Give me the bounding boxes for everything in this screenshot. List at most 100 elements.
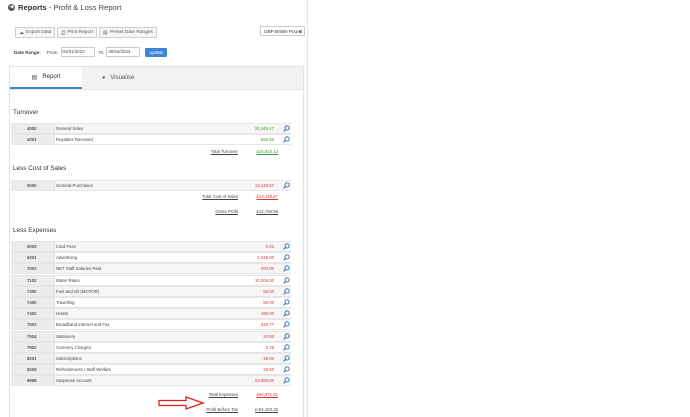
account-name: Card Fees: [56, 244, 77, 249]
print-report-button[interactable]: ⎙ Print Report: [57, 27, 97, 38]
table-row[interactable]: 4000 General Sales 25,348.47: [11, 123, 291, 134]
search-icon[interactable]: [282, 288, 291, 295]
search-icon[interactable]: [282, 355, 291, 362]
chevron-down-icon: ▼: [298, 29, 302, 34]
search-icon[interactable]: [282, 243, 291, 250]
account-name: Royalties Received: [56, 137, 93, 143]
report-page: ◀ Reports - Profit & Loss Report ☁ Export…: [0, 0, 308, 417]
table-row[interactable]: 8205 Refreshments / Staff Welfare 25.50: [11, 364, 291, 376]
table-row[interactable]: 5000 General Purchases 13,148.57: [11, 180, 291, 191]
search-icon[interactable]: [282, 310, 291, 317]
account-name: Suspense Account: [56, 378, 92, 384]
update-button[interactable]: update: [145, 47, 168, 57]
search-icon[interactable]: [282, 254, 291, 261]
search-icon[interactable]: [282, 377, 291, 385]
search-icon[interactable]: [282, 366, 291, 373]
account-code: 7402: [11, 309, 55, 319]
toolbar: ☁ Export Data ⎙ Print Report ▤ Preset Date …: [15, 27, 157, 38]
calendar-icon: ▤: [102, 29, 108, 36]
search-icon[interactable]: [282, 299, 291, 306]
search-icon[interactable]: [282, 265, 291, 273]
preset-date-ranges-label: Preset Date Ranges: [109, 30, 153, 35]
account-amount: 13,148.57: [254, 183, 274, 188]
expenses-heading: Less Expenses: [13, 227, 57, 234]
export-data-button[interactable]: ☁ Export Data: [15, 27, 56, 38]
account-name: General Sales: [56, 126, 84, 131]
from-date-input[interactable]: 01/01/2010: [60, 47, 95, 57]
account-amount: 0.83: [265, 244, 274, 249]
table-row[interactable]: 7003 NET Staff Salaries Paid 200.00: [11, 263, 291, 275]
table-row[interactable]: 8201 Subscriptions 19.00: [11, 353, 291, 364]
cost-of-sales-total-label: Total Cost of Sales: [202, 194, 238, 199]
table-row[interactable]: 9998 Suspense Account 53,550.00: [11, 375, 291, 387]
account-name: Subscriptions: [56, 356, 82, 361]
currency-select-value: GBP British Pound: [264, 28, 303, 34]
account-name: General Purchases: [56, 183, 93, 188]
account-code: 9998: [11, 376, 55, 386]
account-code: 7902: [11, 342, 55, 352]
account-amount: 19.00: [263, 356, 274, 361]
table-row[interactable]: 7504 Stationery 20.00: [11, 330, 291, 342]
print-report-label: Print Report: [67, 30, 93, 35]
circle-arrow-left-icon[interactable]: ◀: [8, 3, 15, 11]
tab-visualise-label: Visualise: [110, 75, 135, 81]
gross-profit-label: Gross Profit: [215, 209, 238, 214]
search-icon[interactable]: [282, 136, 291, 143]
table-row[interactable]: 7102 Water Rates 10,000.00: [11, 274, 291, 286]
search-icon[interactable]: [282, 182, 291, 189]
profit-before-tax-value: £-54,103.25: [255, 407, 278, 412]
table-row[interactable]: 7402 Hotels 190.00: [11, 308, 291, 320]
pie-chart-icon: ◕: [101, 75, 106, 81]
search-icon[interactable]: [282, 344, 291, 351]
account-amount: 566.66: [260, 137, 274, 143]
red-arrow-annotation: [158, 396, 204, 410]
page-title: Reports - Profit & Loss Report: [18, 3, 121, 12]
table-row[interactable]: 6201 Advertising 2,349.00: [11, 252, 291, 264]
account-amount: 50.00: [263, 300, 274, 305]
tab-visualise[interactable]: ◕ Visualise: [82, 67, 154, 89]
cloud-download-icon: ☁: [19, 29, 24, 36]
turnover-total-row: Total Turnover £25,915.13: [180, 149, 278, 154]
search-icon[interactable]: [282, 276, 291, 284]
search-icon[interactable]: [282, 332, 291, 340]
account-code: 7102: [11, 275, 55, 285]
cost-of-sales-total-row: Total Cost of Sales £13,148.57: [180, 194, 278, 199]
table-row[interactable]: 4001 Royalties Received 566.66: [11, 134, 291, 146]
account-code: 8201: [11, 354, 55, 363]
table-row[interactable]: 7503 Broadband Internet and Fax 426.77: [11, 319, 291, 331]
gross-profit-row: Gross Profit £12,766.56: [180, 209, 278, 214]
turnover-heading: Turnover: [13, 109, 39, 116]
tab-report-label: Report: [42, 74, 61, 80]
date-range-label: Date Range:: [14, 49, 41, 55]
currency-select[interactable]: GBP British Pound ▼: [260, 26, 305, 36]
account-code: 7003: [11, 264, 55, 274]
account-amount: 20.00: [263, 333, 274, 339]
table-row[interactable]: 7300 Fuel and Oil (MOTOR) 50.00: [11, 285, 291, 297]
table-row[interactable]: 6003 Card Fees 0.83: [11, 241, 291, 252]
account-name: Fuel and Oil (MOTOR): [56, 288, 100, 294]
table-row[interactable]: 7400 Travelling 50.00: [11, 297, 291, 308]
date-range-row: Date Range: From 01/01/2010 To 30/04/202…: [14, 47, 168, 57]
expenses-total-value: £66,871.81: [256, 392, 278, 397]
account-amount: 2,349.00: [257, 255, 274, 261]
account-code: 7400: [11, 298, 55, 307]
account-amount: 25.50: [263, 367, 274, 373]
account-code: 7503: [11, 320, 55, 330]
tab-report[interactable]: ▤ Report: [10, 67, 82, 89]
account-name: Stationery: [56, 333, 76, 339]
search-icon[interactable]: [282, 125, 291, 132]
account-amount: 53,550.00: [254, 378, 274, 384]
to-date-input[interactable]: 30/04/2023: [106, 47, 141, 57]
account-code: 7300: [11, 286, 55, 296]
to-label: To: [98, 49, 104, 55]
page-title-subtitle: - Profit & Loss Report: [46, 2, 122, 12]
preset-date-ranges-button[interactable]: ▤ Preset Date Ranges: [98, 27, 157, 38]
account-name: NET Staff Salaries Paid: [56, 266, 101, 272]
account-amount: 0.79: [265, 344, 274, 350]
table-icon: ▤: [31, 74, 38, 81]
turnover-total-label: Total Turnover: [210, 149, 238, 154]
table-row[interactable]: 7902 Currency Charges 0.79: [11, 341, 291, 353]
from-label: From: [46, 49, 58, 55]
account-amount: 190.00: [260, 311, 274, 317]
search-icon[interactable]: [282, 321, 291, 329]
